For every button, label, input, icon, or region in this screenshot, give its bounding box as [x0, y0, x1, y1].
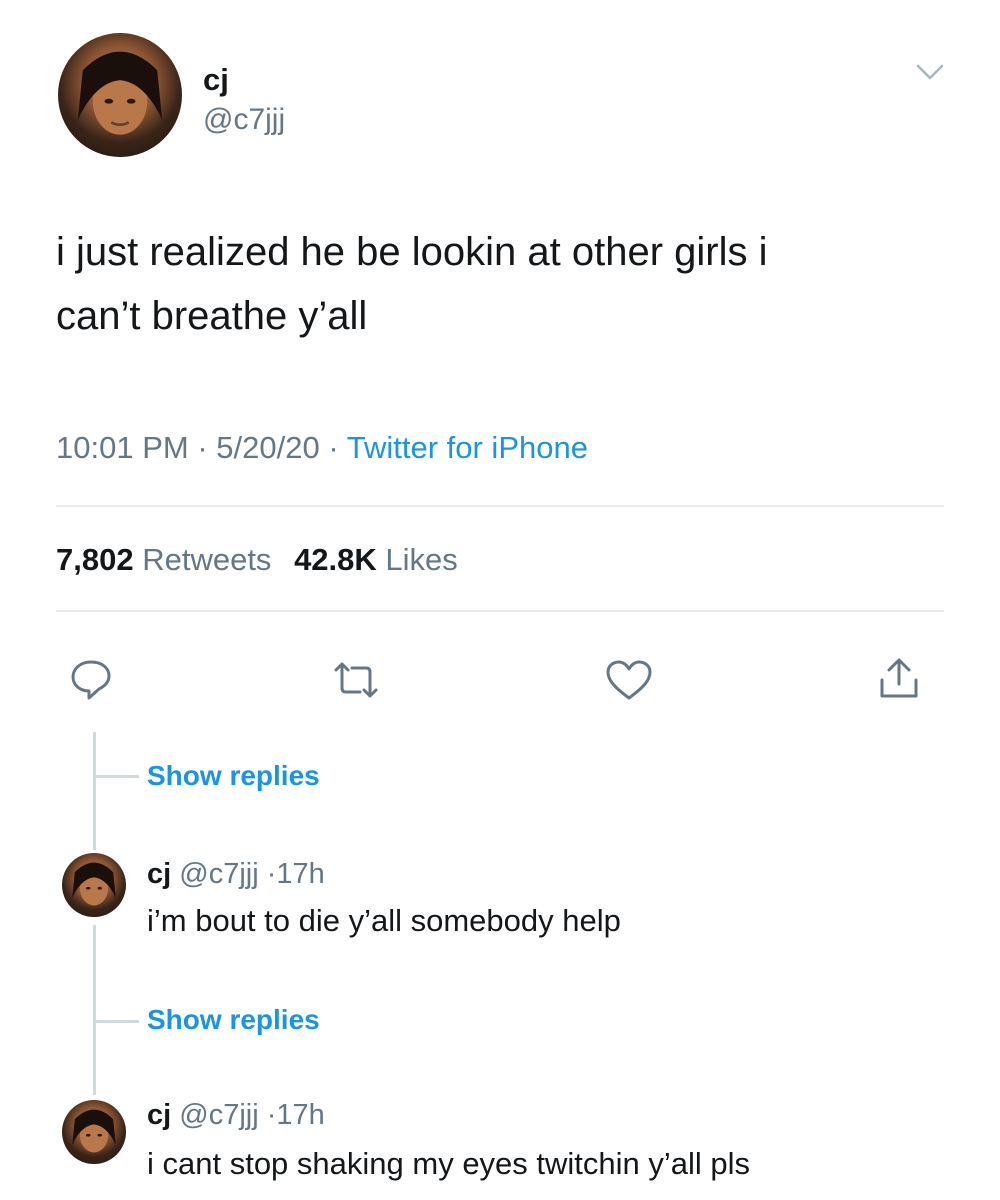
reply-display-name[interactable]: cj — [147, 858, 171, 890]
author-avatar[interactable] — [58, 33, 182, 157]
reply-avatar[interactable] — [62, 1100, 126, 1164]
retweets-count: 7,802 — [56, 542, 134, 577]
reply-text: i’m bout to die y’all somebody help — [147, 903, 621, 938]
thread-connector — [93, 1020, 139, 1023]
tweet-time[interactable]: 10:01 PM — [56, 430, 189, 465]
reply-separator: · — [266, 858, 277, 890]
reply-icon[interactable] — [68, 656, 114, 702]
reply-time[interactable]: 17h — [276, 1099, 324, 1131]
tweet-stats: 7,802 Retweets 42.8K Likes — [56, 544, 458, 575]
profile-photo-icon — [77, 51, 163, 135]
show-replies-link[interactable]: Show replies — [147, 762, 320, 790]
retweets-stat[interactable]: 7,802 Retweets — [56, 542, 280, 577]
reply-display-name[interactable]: cj — [147, 1099, 171, 1131]
share-icon[interactable] — [876, 654, 922, 702]
chevron-down-icon[interactable] — [912, 60, 948, 84]
retweet-icon[interactable] — [330, 660, 382, 700]
profile-photo-icon — [72, 1109, 116, 1153]
tweet-text: i just realized he be lookin at other gi… — [56, 220, 956, 348]
tweet-meta: 10:01 PM · 5/20/20 · Twitter for iPhone — [56, 432, 588, 463]
reply-separator: · — [266, 1099, 277, 1131]
reply-avatar[interactable] — [62, 853, 126, 917]
heart-icon[interactable] — [604, 658, 654, 702]
divider — [56, 610, 944, 612]
profile-photo-icon — [72, 862, 116, 906]
reply-header: cj @c7jjj ·17h — [147, 1101, 325, 1130]
tweet-text-line-1: i just realized he be lookin at other gi… — [56, 230, 768, 274]
tweet-date[interactable]: 5/20/20 — [216, 430, 319, 465]
retweets-label: Retweets — [142, 542, 272, 577]
reply-handle[interactable]: @c7jjj — [179, 1099, 258, 1131]
reply-header: cj @c7jjj ·17h — [147, 860, 325, 889]
divider — [56, 505, 944, 507]
thread-connector — [93, 775, 139, 778]
thread-line — [93, 732, 96, 850]
reply-text: i cant stop shaking my eyes twitchin y’a… — [147, 1146, 751, 1181]
likes-label: Likes — [385, 542, 458, 577]
tweet-source[interactable]: Twitter for iPhone — [347, 430, 588, 465]
meta-separator: · — [197, 430, 208, 465]
reply-handle[interactable]: @c7jjj — [179, 858, 258, 890]
author-handle[interactable]: @c7jjj — [203, 105, 285, 135]
likes-count: 42.8K — [294, 542, 377, 577]
thread-line — [93, 925, 96, 1095]
likes-stat[interactable]: 42.8K Likes — [294, 542, 458, 577]
tweet-text-line-2: can’t breathe y’all — [56, 294, 368, 338]
show-replies-link[interactable]: Show replies — [147, 1006, 320, 1034]
meta-separator: · — [328, 430, 339, 465]
reply-time[interactable]: 17h — [276, 858, 324, 890]
author-display-name[interactable]: cj — [203, 64, 229, 95]
